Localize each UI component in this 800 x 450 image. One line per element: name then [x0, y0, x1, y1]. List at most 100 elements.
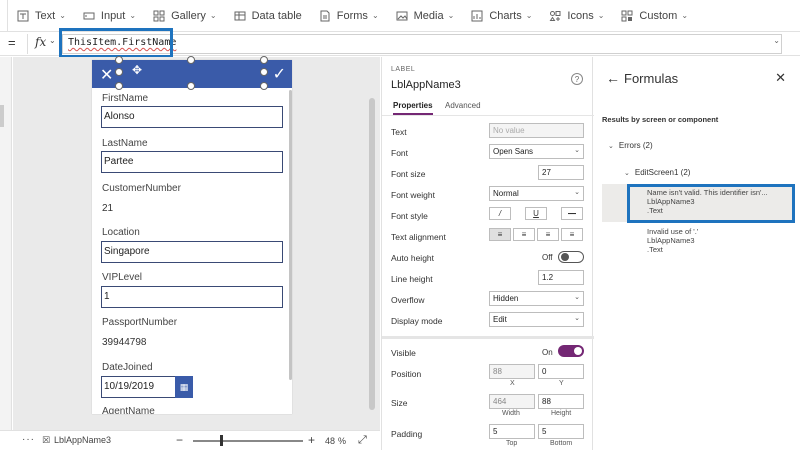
left-collapsed-pane[interactable]: [0, 57, 12, 430]
resize-handle[interactable]: [187, 56, 195, 64]
zoom-slider[interactable]: [193, 440, 303, 442]
italic-button[interactable]: /: [489, 207, 511, 220]
pane-tab[interactable]: [0, 105, 4, 127]
property-selector[interactable]: =: [8, 35, 16, 50]
overflow-select[interactable]: Hidden ⌄: [489, 291, 584, 306]
ribbon-forms-menu[interactable]: Forms ⌄: [310, 0, 387, 32]
align-center-icon[interactable]: ≡: [513, 228, 535, 241]
tab-properties[interactable]: Properties: [393, 101, 433, 115]
ribbon-text-menu[interactable]: Text ⌄: [8, 0, 74, 32]
help-icon[interactable]: ?: [571, 73, 583, 85]
underline-button[interactable]: U: [525, 207, 547, 220]
canvas-scrollbar[interactable]: [369, 98, 375, 410]
back-arrow-icon[interactable]: ←: [606, 70, 620, 86]
font-style-group: / U —: [489, 207, 584, 222]
close-icon[interactable]: ✕: [100, 65, 113, 85]
form-scrollbar[interactable]: [289, 90, 292, 380]
agentname-label: AgentName: [102, 406, 155, 414]
resize-handle[interactable]: [115, 68, 123, 76]
selected-control-name[interactable]: LblAppName3: [54, 435, 111, 445]
display-mode-select[interactable]: Edit ⌄: [489, 312, 584, 327]
zoom-slider-thumb[interactable]: [220, 435, 223, 446]
error-item[interactable]: Invalid use of '.' LblAppName3 .Text: [602, 227, 794, 261]
font-select[interactable]: Open Sans ⌄: [489, 144, 584, 159]
ribbon-data-table-button[interactable]: Data table: [225, 0, 310, 32]
errors-node[interactable]: ⌄ Errors (2): [608, 141, 653, 150]
ribbon-media-menu[interactable]: Media ⌄: [387, 0, 463, 32]
ribbon-gallery-label: Gallery: [171, 9, 206, 22]
screen-icon: ☒: [42, 435, 51, 445]
chevron-down-icon: ⌄: [624, 170, 630, 177]
strikethrough-button[interactable]: —: [561, 207, 583, 220]
custom-icon: [620, 9, 634, 23]
resize-handle[interactable]: [260, 68, 268, 76]
resize-handle[interactable]: [115, 56, 123, 64]
text-alignment-label: Text alignment: [391, 232, 446, 242]
visible-toggle[interactable]: [558, 345, 584, 357]
tabs-divider: [382, 115, 594, 116]
tab-advanced[interactable]: Advanced: [445, 101, 481, 110]
datejoined-picker[interactable]: 10/19/2019: [101, 376, 183, 398]
media-icon: [395, 9, 409, 23]
passportnumber-label: PassportNumber: [102, 317, 178, 328]
align-right-icon[interactable]: ≡: [537, 228, 559, 241]
chevron-down-icon: ⌄: [129, 11, 137, 20]
calendar-icon[interactable]: ▦: [175, 376, 193, 398]
viplevel-label: VIPLevel: [102, 272, 143, 283]
zoom-value: 48: [325, 436, 336, 446]
move-icon[interactable]: ✥: [132, 63, 142, 77]
zoom-out-button[interactable]: −: [176, 433, 183, 447]
checkmark-icon[interactable]: ✓: [273, 64, 286, 84]
auto-height-toggle[interactable]: [558, 251, 584, 263]
zoom-unit: %: [338, 436, 347, 446]
ribbon-custom-menu[interactable]: Custom ⌄: [612, 0, 696, 32]
charts-icon: [470, 9, 484, 23]
viplevel-input[interactable]: 1: [101, 286, 283, 308]
expand-formula-chevron-icon[interactable]: ⌄: [773, 36, 780, 45]
close-icon[interactable]: ✕: [775, 70, 786, 86]
resize-handle[interactable]: [115, 82, 123, 90]
lastname-input[interactable]: Partee: [101, 151, 283, 173]
chevron-down-icon: ⌄: [574, 294, 580, 301]
align-justify-icon[interactable]: ≡: [561, 228, 583, 241]
chevron-down-icon[interactable]: ⌄: [49, 36, 56, 45]
chevron-down-icon: ⌄: [209, 11, 217, 20]
font-style-label: Font style: [391, 211, 428, 221]
position-x-field[interactable]: 88: [489, 364, 535, 379]
line-height-field[interactable]: 1.2: [538, 270, 584, 285]
firstname-input[interactable]: Alonso: [101, 106, 283, 128]
resize-handle[interactable]: [260, 56, 268, 64]
font-weight-select[interactable]: Normal ⌄: [489, 186, 584, 201]
location-input[interactable]: Singapore: [101, 241, 283, 263]
position-label: Position: [391, 369, 422, 379]
ribbon-input-menu[interactable]: Input ⌄: [74, 0, 144, 32]
position-y-field[interactable]: 0: [538, 364, 584, 379]
visible-state: On: [542, 348, 553, 357]
resize-handle[interactable]: [187, 82, 195, 90]
size-width-field[interactable]: 464: [489, 394, 535, 409]
align-left-icon[interactable]: ≡: [489, 228, 511, 241]
fit-to-window-icon[interactable]: ⤢: [358, 434, 367, 447]
ribbon-charts-menu[interactable]: Charts ⌄: [462, 0, 540, 32]
chevron-down-icon: ⌄: [371, 11, 379, 20]
section-divider: [382, 336, 594, 339]
display-mode-label: Display mode: [391, 316, 443, 326]
padding-top-field[interactable]: 5: [489, 424, 535, 439]
size-height-field[interactable]: 88: [538, 394, 584, 409]
font-size-field[interactable]: 27: [538, 165, 584, 180]
gallery-icon: [152, 9, 166, 23]
padding-bottom-field[interactable]: 5: [538, 424, 584, 439]
edit-form[interactable]: ✕ ✥ ✓ FirstName Alonso LastName Partee C…: [92, 60, 292, 414]
fx-icon[interactable]: fx: [35, 35, 46, 49]
error-highlight-box: [627, 184, 795, 223]
ribbon-edge: [0, 0, 8, 32]
ribbon-gallery-menu[interactable]: Gallery ⌄: [144, 0, 225, 32]
more-options-icon[interactable]: ···: [22, 434, 35, 445]
text-prop-field[interactable]: No value: [489, 123, 584, 138]
resize-handle[interactable]: [260, 82, 268, 90]
ribbon-icons-menu[interactable]: Icons ⌄: [540, 0, 612, 32]
zoom-in-button[interactable]: +: [308, 433, 315, 447]
visible-label: Visible: [391, 348, 416, 358]
formulas-title: Formulas: [624, 71, 679, 86]
screen-node[interactable]: ⌄ EditScreen1 (2): [624, 168, 690, 177]
